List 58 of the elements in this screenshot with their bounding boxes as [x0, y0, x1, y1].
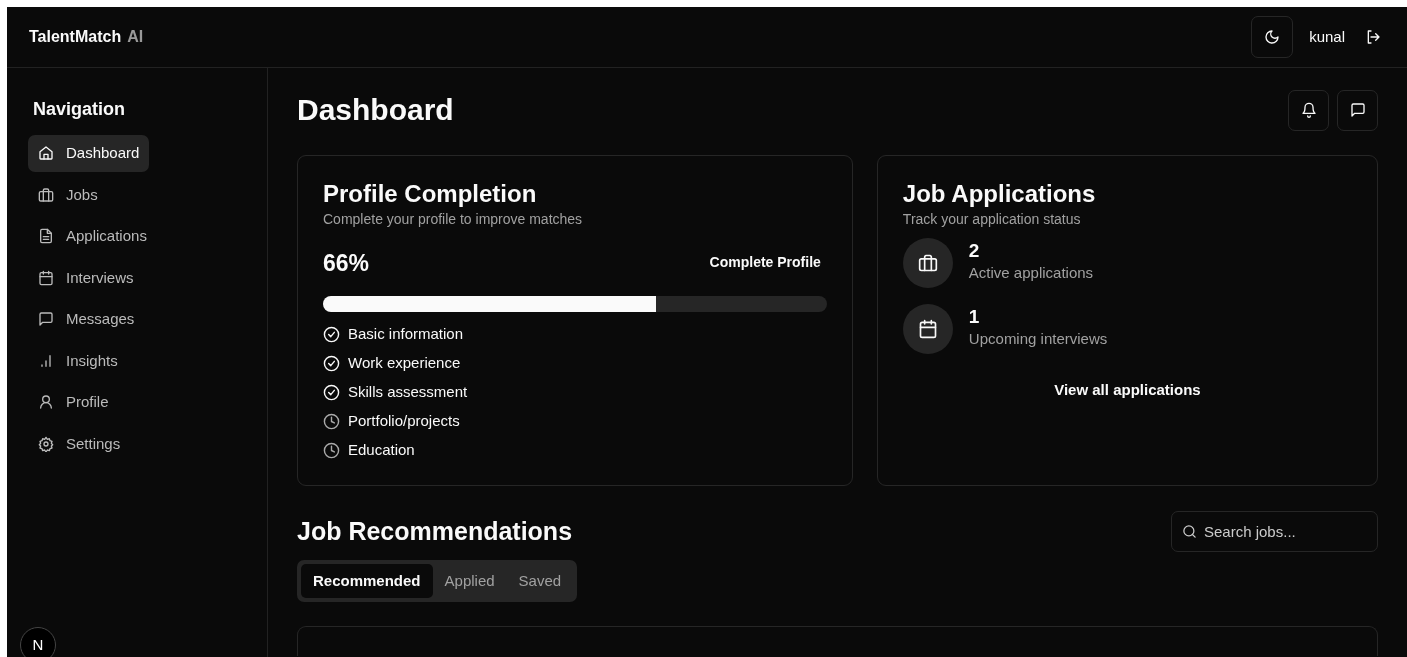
dev-badge[interactable]: N: [20, 627, 56, 657]
completion-percent: 66%: [323, 248, 370, 278]
logout-icon: [1365, 28, 1381, 45]
moon-icon: [1264, 28, 1281, 45]
complete-profile-button[interactable]: Complete Profile: [703, 251, 827, 275]
notifications-button[interactable]: [1288, 89, 1329, 131]
card-subtitle: Complete your profile to improve matches: [323, 209, 584, 229]
brand-name: TalentMatch: [29, 26, 122, 47]
step-label: Work experience: [348, 353, 461, 374]
calendar-icon: [38, 269, 54, 286]
check-circle-icon: [323, 384, 340, 402]
check-circle-icon: [323, 355, 340, 373]
briefcase-icon: [917, 252, 938, 273]
stat-value: 1: [968, 306, 981, 328]
sidebar-item[interactable]: Settings: [28, 425, 131, 463]
sidebar-item[interactable]: Jobs: [28, 176, 108, 214]
document-icon: [38, 228, 54, 245]
step-label: Skills assessment: [348, 382, 468, 403]
clock-icon: [323, 413, 340, 431]
messages-button[interactable]: [1337, 89, 1378, 131]
person-icon: [38, 394, 54, 411]
search-icon: [1182, 523, 1197, 539]
tab[interactable]: Applied: [432, 563, 507, 599]
card-title: Job Applications: [902, 179, 1097, 209]
settings-icon: [38, 435, 54, 452]
page-title: Dashboard: [297, 92, 454, 129]
sidebar-item[interactable]: Insights: [28, 342, 128, 380]
section-title: Job Recommendations: [297, 516, 573, 547]
sidebar-item[interactable]: Applications: [28, 217, 157, 255]
card-title: Profile Completion: [323, 179, 538, 209]
sidebar-item[interactable]: Messages: [28, 300, 145, 338]
step-label: Education: [348, 440, 415, 461]
search-field[interactable]: Search jobs...: [1171, 510, 1378, 552]
step-label: Portfolio/projects: [348, 411, 460, 432]
theme-toggle-button[interactable]: [1251, 15, 1294, 58]
sidebar-item[interactable]: Dashboard: [28, 134, 150, 172]
bell-icon: [1300, 102, 1317, 119]
calendar-icon: [917, 318, 938, 339]
stat-value: 2: [968, 240, 981, 262]
clock-icon: [323, 442, 340, 460]
check-circle-icon: [323, 326, 340, 344]
step-label: Basic information: [348, 324, 464, 345]
stat-label: Upcoming interviews: [968, 328, 1108, 349]
stat-label: Active applications: [968, 262, 1094, 283]
sidebar-item[interactable]: Profile: [28, 383, 119, 421]
brand-suffix: AI: [127, 26, 144, 47]
tab[interactable]: Recommended: [301, 563, 433, 599]
sidebar-item[interactable]: Interviews: [28, 259, 144, 297]
chat-bubble-icon: [1349, 102, 1366, 119]
tab[interactable]: Saved: [506, 563, 574, 599]
chat-bubble-icon: [38, 311, 54, 328]
sidebar-title: Navigation: [32, 97, 126, 121]
home-icon: [38, 145, 54, 162]
username: kunal: [1309, 26, 1345, 47]
view-all-applications-link[interactable]: View all applications: [1048, 377, 1207, 403]
briefcase-icon: [38, 186, 54, 203]
card-subtitle: Track your application status: [902, 209, 1082, 229]
bar-chart-icon: [38, 352, 54, 369]
